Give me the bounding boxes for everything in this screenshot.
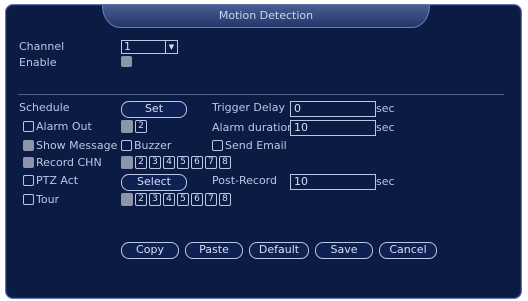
post-record-unit: sec bbox=[376, 175, 395, 188]
alarm-out-checkbox[interactable] bbox=[23, 121, 34, 132]
trigger-delay-input[interactable]: 0 bbox=[290, 101, 376, 117]
section-divider bbox=[18, 94, 504, 95]
record-chn-channels: 1 2 3 4 5 6 7 8 bbox=[121, 156, 231, 169]
buzzer-label: Buzzer bbox=[134, 139, 172, 152]
tour-channel-7[interactable]: 7 bbox=[205, 193, 217, 206]
cancel-button[interactable]: Cancel bbox=[379, 242, 437, 259]
alarm-out-channels: 1 2 bbox=[121, 120, 147, 133]
post-record-value: 10 bbox=[294, 175, 308, 188]
copy-button[interactable]: Copy bbox=[121, 242, 179, 259]
trigger-delay-unit: sec bbox=[376, 102, 395, 115]
tour-channel-4[interactable]: 4 bbox=[163, 193, 175, 206]
alarm-duration-label: Alarm duration bbox=[212, 121, 295, 134]
save-button[interactable]: Save bbox=[315, 242, 373, 259]
trigger-delay-label: Trigger Delay bbox=[212, 101, 285, 114]
trigger-delay-value: 0 bbox=[294, 102, 301, 115]
paste-button[interactable]: Paste bbox=[185, 242, 243, 259]
ptz-select-button[interactable]: Select bbox=[121, 174, 187, 191]
record-channel-4[interactable]: 4 bbox=[163, 156, 175, 169]
channel-label: Channel bbox=[19, 40, 65, 53]
alarm-out-label: Alarm Out bbox=[36, 120, 92, 133]
tour-channel-3[interactable]: 3 bbox=[149, 193, 161, 206]
record-channel-8[interactable]: 8 bbox=[219, 156, 231, 169]
record-chn-label: Record CHN bbox=[36, 156, 102, 169]
chevron-down-icon[interactable]: ▼ bbox=[165, 41, 177, 53]
tour-channel-8[interactable]: 8 bbox=[219, 193, 231, 206]
record-channel-7[interactable]: 7 bbox=[205, 156, 217, 169]
record-channel-5[interactable]: 5 bbox=[177, 156, 189, 169]
send-email-checkbox[interactable] bbox=[212, 140, 223, 151]
tour-channel-5[interactable]: 5 bbox=[177, 193, 189, 206]
channel-value: 1 bbox=[124, 40, 131, 53]
send-email-label: Send Email bbox=[225, 139, 287, 152]
record-channel-2[interactable]: 2 bbox=[135, 156, 147, 169]
channel-select[interactable]: 1 ▼ bbox=[121, 40, 178, 54]
buzzer-checkbox[interactable] bbox=[121, 140, 132, 151]
record-channel-1[interactable]: 1 bbox=[121, 156, 133, 169]
enable-checkbox[interactable] bbox=[121, 56, 132, 67]
record-channel-3[interactable]: 3 bbox=[149, 156, 161, 169]
tour-channel-6[interactable]: 6 bbox=[191, 193, 203, 206]
post-record-label: Post-Record bbox=[212, 174, 277, 187]
tour-channel-1[interactable]: 1 bbox=[121, 193, 133, 206]
record-chn-checkbox[interactable] bbox=[23, 157, 34, 168]
post-record-input[interactable]: 10 bbox=[290, 174, 376, 190]
tour-label: Tour bbox=[36, 193, 60, 206]
enable-label: Enable bbox=[19, 56, 57, 69]
alarm-duration-input[interactable]: 10 bbox=[290, 120, 376, 136]
alarm-out-channel-2[interactable]: 2 bbox=[135, 120, 147, 133]
schedule-label: Schedule bbox=[19, 101, 70, 114]
show-message-checkbox[interactable] bbox=[23, 140, 34, 151]
record-channel-6[interactable]: 6 bbox=[191, 156, 203, 169]
title-bar: Motion Detection bbox=[102, 5, 430, 28]
tour-channels: 1 2 3 4 5 6 7 8 bbox=[121, 193, 231, 206]
alarm-out-channel-1[interactable]: 1 bbox=[121, 120, 133, 133]
ptz-act-label: PTZ Act bbox=[36, 174, 79, 187]
window-title: Motion Detection bbox=[218, 9, 314, 22]
default-button[interactable]: Default bbox=[249, 242, 309, 259]
alarm-duration-value: 10 bbox=[294, 121, 308, 134]
alarm-duration-unit: sec bbox=[376, 121, 395, 134]
motion-detection-window: Motion Detection Channel 1 ▼ Enable Sche… bbox=[5, 4, 522, 299]
ptz-act-checkbox[interactable] bbox=[23, 175, 34, 186]
show-message-label: Show Message bbox=[36, 139, 118, 152]
tour-checkbox[interactable] bbox=[23, 194, 34, 205]
schedule-set-button[interactable]: Set bbox=[121, 101, 187, 118]
tour-channel-2[interactable]: 2 bbox=[135, 193, 147, 206]
